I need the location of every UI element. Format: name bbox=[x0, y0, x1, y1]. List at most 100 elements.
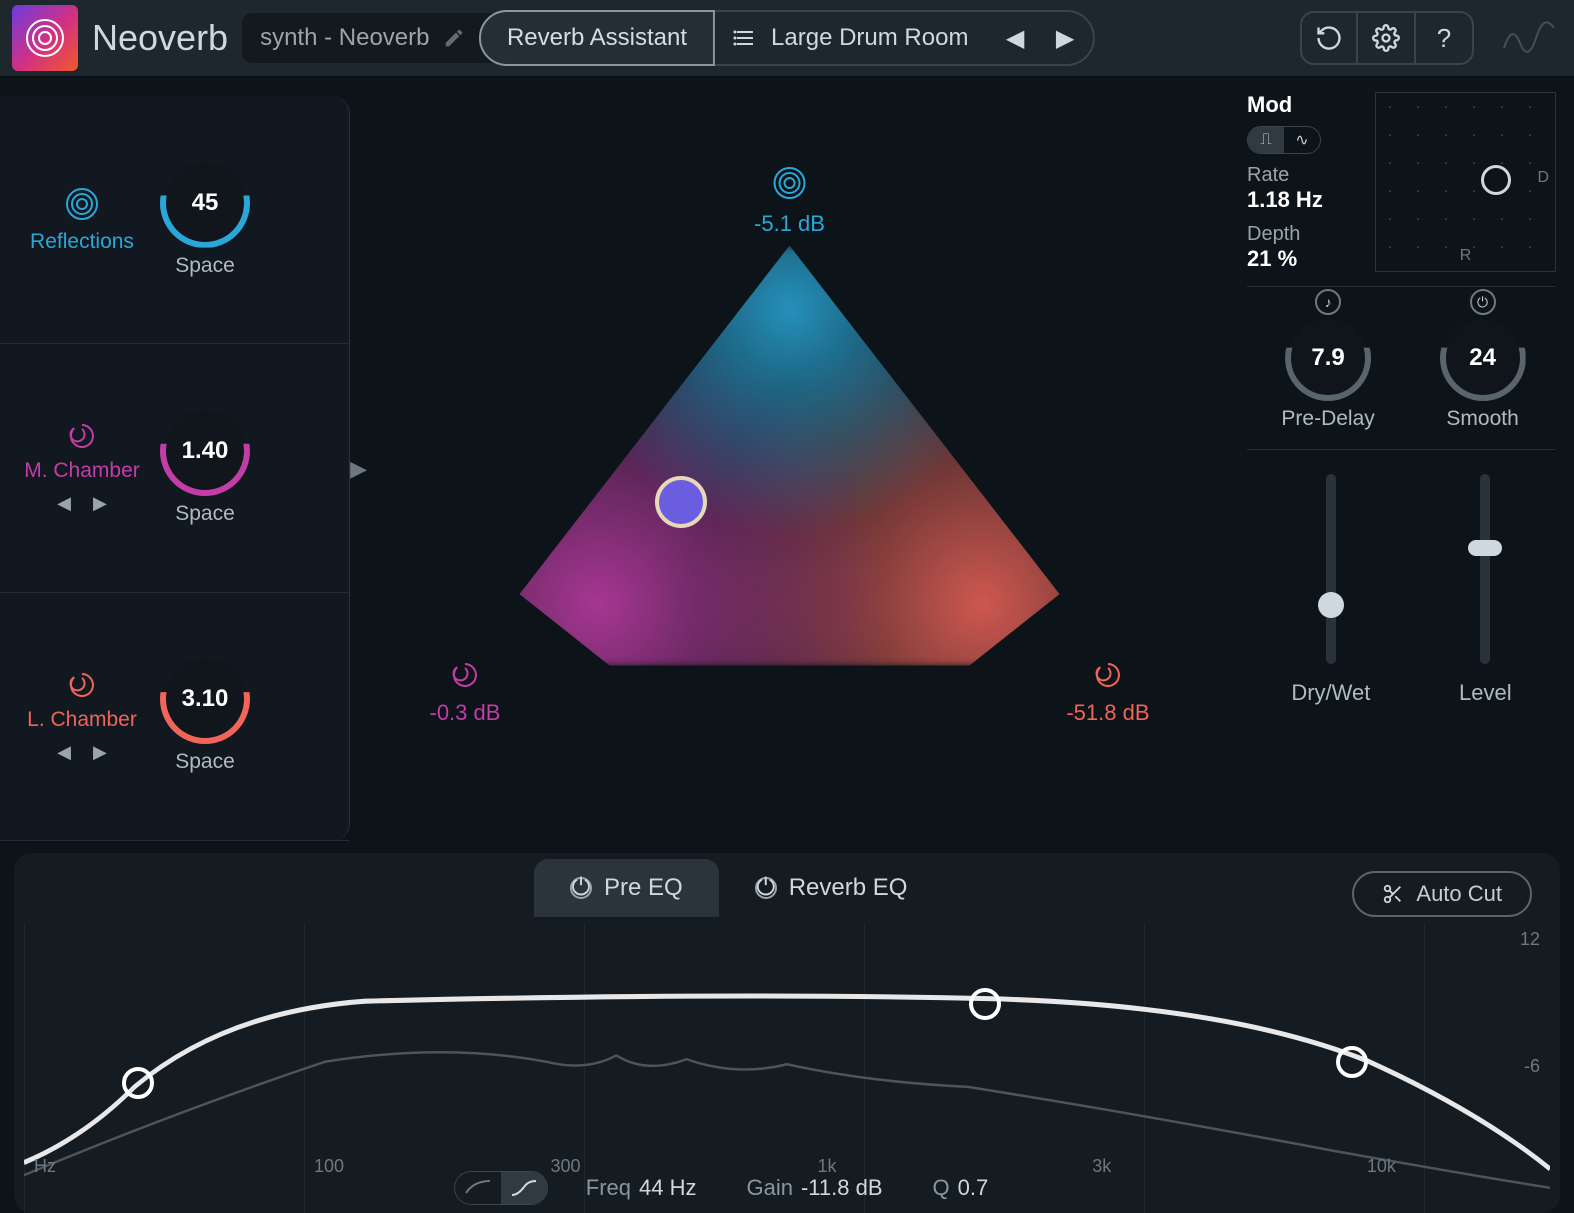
engine-prev-button[interactable]: ◀ bbox=[57, 493, 71, 514]
shelf-shape-icon[interactable] bbox=[455, 1172, 501, 1204]
freq-label: Freq bbox=[586, 1175, 631, 1200]
eq-tabs: ⏻ Pre EQ ⏻ Reverb EQ bbox=[14, 853, 1560, 923]
auto-cut-button[interactable]: Auto Cut bbox=[1352, 871, 1532, 917]
knob-label: Space bbox=[164, 750, 246, 774]
smooth-label: Smooth bbox=[1444, 407, 1522, 431]
power-icon[interactable]: ⏻ bbox=[570, 877, 592, 899]
engine-label: Reflections bbox=[18, 230, 146, 254]
swirl-icon bbox=[1094, 661, 1122, 689]
square-wave-icon[interactable]: ⎍ bbox=[1248, 127, 1284, 153]
gain-value[interactable]: -11.8 dB bbox=[801, 1175, 883, 1200]
eq-footer: Freq 44 Hz Gain -11.8 dB Q 0.7 bbox=[14, 1163, 1560, 1213]
q-value[interactable]: 0.7 bbox=[958, 1175, 989, 1200]
eq-node-1[interactable] bbox=[122, 1067, 154, 1099]
blend-area: -5.1 dB -0.3 dB -51.8 dB bbox=[350, 78, 1229, 853]
axis-r: R bbox=[1460, 247, 1472, 265]
app-title: Neoverb bbox=[92, 17, 228, 59]
engine-label: L. Chamber bbox=[18, 708, 146, 732]
hpf-shape-icon[interactable] bbox=[501, 1172, 547, 1204]
engine-reflections: Reflections 45 Space bbox=[0, 96, 349, 344]
header-icon-group: ? bbox=[1300, 11, 1474, 65]
depth-value: 21 % bbox=[1247, 246, 1357, 272]
gain-label: Gain bbox=[746, 1175, 792, 1200]
drywet-slider: Dry/Wet bbox=[1291, 474, 1370, 706]
l-chamber-space-knob[interactable]: 3.10 bbox=[164, 658, 246, 740]
preset-next-button[interactable]: ▶ bbox=[1047, 20, 1083, 56]
blend-pad[interactable]: -5.1 dB -0.3 dB -51.8 dB bbox=[430, 166, 1150, 766]
swirl-icon bbox=[18, 421, 146, 451]
history-button[interactable] bbox=[1300, 11, 1358, 65]
blend-right-db: -51.8 dB bbox=[1066, 700, 1149, 726]
reflections-icon bbox=[773, 166, 807, 200]
app-logo bbox=[12, 5, 78, 71]
drywet-track[interactable] bbox=[1326, 474, 1336, 664]
blend-vertex-left: -0.3 dB bbox=[430, 661, 501, 726]
level-slider: Level bbox=[1459, 474, 1512, 706]
settings-button[interactable] bbox=[1358, 11, 1416, 65]
preset-selector[interactable]: Large Drum Room ◀ ▶ bbox=[715, 10, 1095, 66]
slider-thumb[interactable] bbox=[1468, 540, 1502, 556]
blend-vertex-top: -5.1 dB bbox=[754, 166, 825, 237]
level-track[interactable] bbox=[1480, 474, 1490, 664]
slider-thumb[interactable] bbox=[1318, 592, 1344, 618]
blend-vertex-right: -51.8 dB bbox=[1066, 661, 1149, 726]
mod-xy-handle[interactable] bbox=[1481, 165, 1511, 195]
engine-sidebar: Reflections 45 Space M. Chamber ◀ ▶ bbox=[0, 96, 350, 841]
engine-next-button[interactable]: ▶ bbox=[93, 493, 107, 514]
y-tick: 12 bbox=[1520, 929, 1540, 950]
smooth-control: ⏻ 24 Smooth bbox=[1444, 309, 1522, 431]
mod-xy-pad[interactable]: D R bbox=[1375, 92, 1556, 272]
mod-title: Mod bbox=[1247, 92, 1357, 118]
preset-prev-button[interactable]: ◀ bbox=[997, 20, 1033, 56]
preset-name: Large Drum Room bbox=[771, 24, 983, 52]
list-icon bbox=[733, 26, 757, 50]
power-icon[interactable]: ⏻ bbox=[755, 877, 777, 899]
blend-handle[interactable] bbox=[655, 476, 707, 528]
pencil-icon[interactable] bbox=[443, 27, 465, 49]
local-preset-name: synth - Neoverb bbox=[260, 24, 429, 52]
sine-wave-icon[interactable]: ∿ bbox=[1284, 127, 1320, 153]
blend-left-db: -0.3 dB bbox=[430, 700, 501, 726]
help-button[interactable]: ? bbox=[1416, 11, 1474, 65]
engine-l-chamber: L. Chamber ◀ ▶ 3.10 Space bbox=[0, 593, 349, 841]
axis-d: D bbox=[1537, 169, 1549, 187]
eq-section: ⏻ Pre EQ ⏻ Reverb EQ Auto Cut Hz 100 300… bbox=[14, 853, 1560, 1213]
note-sync-icon[interactable]: ♪ bbox=[1315, 289, 1341, 315]
engine-prev-button[interactable]: ◀ bbox=[57, 742, 71, 763]
knob-label: Space bbox=[164, 254, 246, 278]
q-label: Q bbox=[933, 1175, 950, 1200]
swirl-icon bbox=[18, 670, 146, 700]
freq-value[interactable]: 44 Hz bbox=[639, 1175, 696, 1200]
knob-label: Space bbox=[164, 502, 246, 526]
eq-node-3[interactable] bbox=[1336, 1046, 1368, 1078]
reverb-assistant-button[interactable]: Reverb Assistant bbox=[479, 10, 715, 66]
right-panel: Mod ⎍ ∿ Rate 1.18 Hz Depth 21 % D R bbox=[1229, 78, 1574, 853]
eq-node-2[interactable] bbox=[969, 988, 1001, 1020]
drywet-label: Dry/Wet bbox=[1291, 680, 1370, 706]
predelay-knob[interactable]: 7.9 bbox=[1289, 319, 1367, 397]
izotope-scribble-icon bbox=[1498, 11, 1562, 65]
level-label: Level bbox=[1459, 680, 1512, 706]
engine-next-button[interactable]: ▶ bbox=[93, 742, 107, 763]
blend-top-db: -5.1 dB bbox=[754, 211, 825, 237]
y-tick: -6 bbox=[1524, 1056, 1540, 1077]
smooth-knob[interactable]: 24 bbox=[1444, 319, 1522, 397]
power-icon[interactable]: ⏻ bbox=[1470, 289, 1496, 315]
filter-shape-toggle[interactable] bbox=[454, 1171, 548, 1205]
local-preset-field[interactable]: synth - Neoverb bbox=[242, 13, 512, 63]
depth-label: Depth bbox=[1247, 223, 1300, 245]
blend-gradient bbox=[490, 246, 1090, 666]
engine-m-chamber: M. Chamber ◀ ▶ 1.40 Space bbox=[0, 344, 349, 592]
reflections-space-knob[interactable]: 45 bbox=[164, 162, 246, 244]
tab-pre-eq[interactable]: ⏻ Pre EQ bbox=[534, 859, 719, 917]
reflections-icon bbox=[18, 186, 146, 222]
rate-label: Rate bbox=[1247, 164, 1289, 186]
predelay-control: ♪ 7.9 Pre-Delay bbox=[1281, 309, 1374, 431]
assistant-preset-group: Reverb Assistant Large Drum Room ◀ ▶ bbox=[479, 10, 1095, 66]
mod-shape-toggle[interactable]: ⎍ ∿ bbox=[1247, 126, 1321, 154]
m-chamber-space-knob[interactable]: 1.40 bbox=[164, 410, 246, 492]
scissors-icon bbox=[1382, 883, 1404, 905]
tab-reverb-eq[interactable]: ⏻ Reverb EQ bbox=[719, 859, 944, 917]
rate-value: 1.18 Hz bbox=[1247, 187, 1357, 213]
mod-block: Mod ⎍ ∿ Rate 1.18 Hz Depth 21 % D R bbox=[1247, 92, 1556, 287]
